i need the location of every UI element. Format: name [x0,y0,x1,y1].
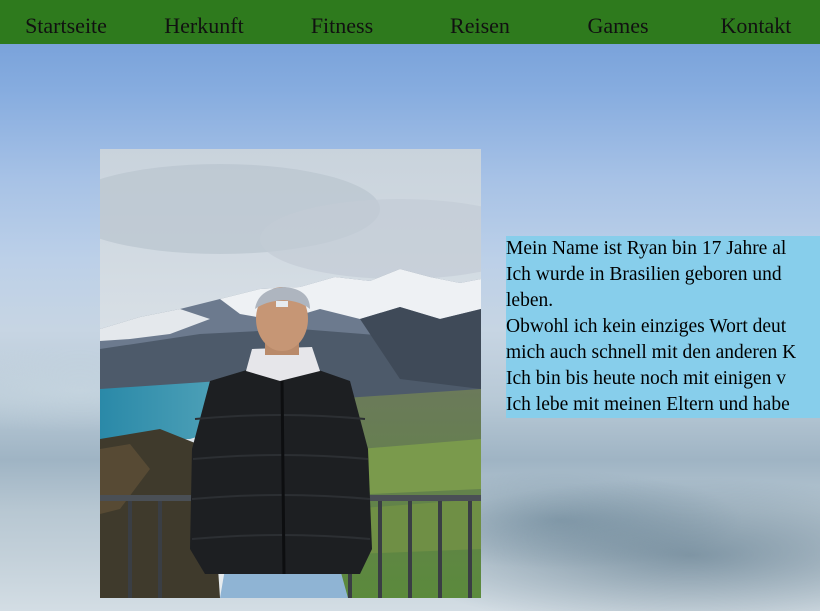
nav-link-games[interactable]: Games [549,0,687,44]
bio-line-1: Mein Name ist Ryan bin 17 Jahre al [506,238,787,259]
nav-link-reisen[interactable]: Reisen [411,0,549,44]
bio-line-5: mich auch schnell mit den anderen K [506,342,797,363]
profile-photo [100,149,481,598]
nav-link-fitness[interactable]: Fitness [273,0,411,44]
bio-line-3: leben. [506,290,554,311]
nav-link-kontakt[interactable]: Kontakt [687,0,820,44]
nav-link-startseite[interactable]: Startseite [0,0,135,44]
bio-text-box: Mein Name ist Ryan bin 17 Jahre al Ich w… [506,236,820,418]
nav-link-herkunft[interactable]: Herkunft [135,0,273,44]
bio-line-4: Obwohl ich kein einziges Wort deut [506,316,787,337]
bio-line-2: Ich wurde in Brasilien geboren und [506,264,782,285]
top-navigation: Startseite Herkunft Fitness Reisen Games… [0,0,820,44]
bio-line-7: Ich lebe mit meinen Eltern und habe [506,394,790,415]
bio-line-6: Ich bin bis heute noch mit einigen v [506,368,786,389]
